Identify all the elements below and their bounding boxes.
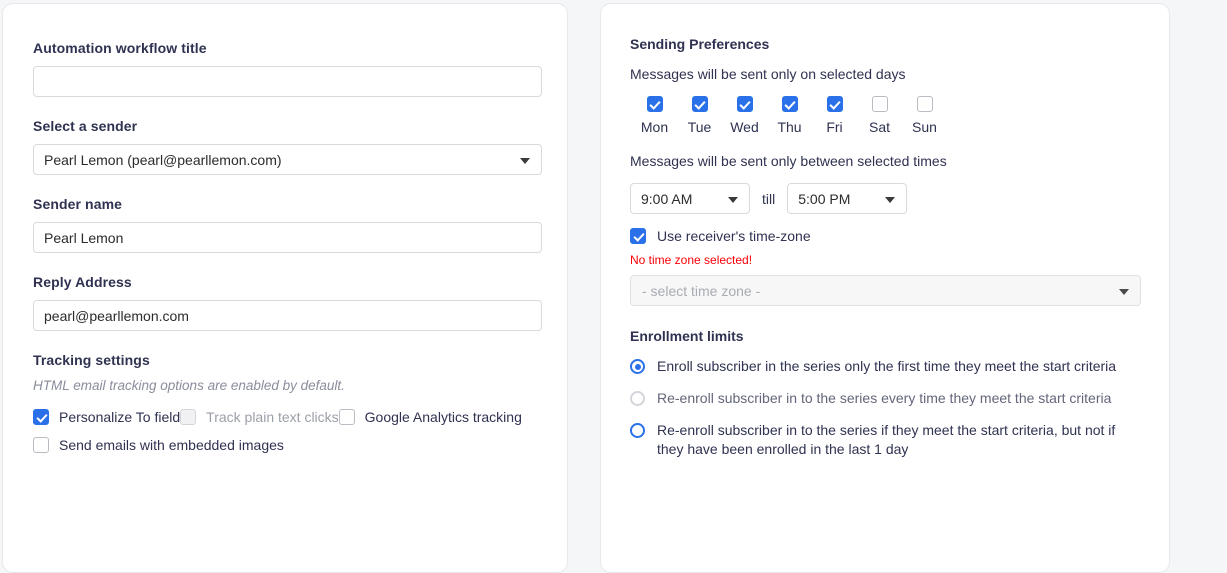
day-toggle-mon[interactable]: Mon [632,96,677,135]
reply-address-label: Reply Address [33,274,132,290]
timezone-select-placeholder: - select time zone - [642,282,761,299]
sender-name-input[interactable] [33,222,542,253]
sender-name-group: Sender name [33,196,542,253]
day-checkbox-wed[interactable] [736,96,753,112]
day-label-tue: Tue [687,119,712,135]
chevron-down-icon [885,196,896,203]
day-label-sun: Sun [912,119,937,135]
time-range-row: 9:00 AM till 5:00 PM [630,183,1140,214]
chevron-down-icon [520,157,530,164]
start-time-select[interactable]: 9:00 AM [630,183,750,214]
start-time-value: 9:00 AM [641,190,693,207]
day-checkbox-fri[interactable] [826,96,843,112]
chevron-down-icon [1119,288,1129,295]
workflow-title-group: Automation workflow title [33,40,542,97]
sender-select-value: Pearl Lemon (pearl@pearllemon.com) [44,151,282,168]
day-toggle-thu[interactable]: Thu [767,96,812,135]
reply-address-input[interactable] [33,300,542,331]
embedded-images-option[interactable]: Send emails with embedded images [33,437,284,453]
day-label-thu: Thu [777,119,802,135]
enrollment-label-every-time: Re-enroll subscriber in to the series ev… [657,390,1112,406]
track-plain-text-clicks-option: Track plain text clicks [180,409,339,425]
end-time-select[interactable]: 5:00 PM [787,183,908,214]
days-description: Messages will be sent only on selected d… [630,66,906,82]
track-plain-text-clicks-checkbox [180,409,197,425]
tracking-options-row-1: Personalize To field Track plain text cl… [33,409,537,425]
embedded-images-checkbox[interactable] [33,437,49,453]
day-checkbox-mon[interactable] [646,96,663,112]
enrollment-radio-first-time[interactable] [630,359,645,374]
chevron-down-icon [728,196,738,203]
day-toggle-fri[interactable]: Fri [812,96,857,135]
day-label-fri: Fri [826,119,843,135]
sending-preferences-card: Sending Preferences Messages will be sen… [600,3,1170,573]
day-toggle-sat[interactable]: Sat [857,96,902,135]
tracking-settings-hint: HTML email tracking options are enabled … [33,378,345,393]
enrollment-label-first-time: Enroll subscriber in the series only the… [657,358,1117,374]
timezone-error-message: No time zone selected! [630,253,753,267]
google-analytics-tracking-checkbox[interactable] [338,409,355,425]
days-selector: Mon Tue Wed Thu Fri Sat Sun [632,96,1140,135]
day-checkbox-tue[interactable] [691,96,708,112]
sender-settings-card: Automation workflow title Select a sende… [2,3,568,573]
timezone-select[interactable]: - select time zone - [630,275,1141,306]
day-checkbox-sun[interactable] [916,96,933,112]
day-toggle-tue[interactable]: Tue [677,96,722,135]
google-analytics-tracking-label: Google Analytics tracking [364,409,522,425]
receiver-timezone-label: Use receiver's time-zone [657,228,811,244]
enrollment-label-not-last-day: Re-enroll subscriber in to the series if… [657,422,1116,457]
sender-select-label: Select a sender [33,118,138,134]
tracking-settings-group: Tracking settings HTML email tracking op… [33,352,537,453]
personalize-to-field-label: Personalize To field [59,409,181,425]
track-plain-text-clicks-label: Track plain text clicks [206,409,339,425]
enrollment-radio-not-last-day[interactable] [630,423,645,438]
day-toggle-sun[interactable]: Sun [902,96,947,135]
sender-select-group: Select a sender Pearl Lemon (pearl@pearl… [33,118,542,175]
end-time-value: 5:00 PM [798,190,851,207]
reply-address-group: Reply Address [33,274,542,331]
enrollment-option-first-time[interactable]: Enroll subscriber in the series only the… [630,357,1140,376]
enrollment-limits-title: Enrollment limits [630,328,744,344]
day-toggle-wed[interactable]: Wed [722,96,767,135]
tracking-settings-title: Tracking settings [33,352,150,368]
google-analytics-tracking-option[interactable]: Google Analytics tracking [338,409,522,425]
day-label-sat: Sat [868,119,890,135]
workflow-title-input[interactable] [33,66,542,97]
tracking-options-row-2: Send emails with embedded images [33,437,537,453]
day-checkbox-thu[interactable] [781,96,798,112]
page-root: Automation workflow title Select a sende… [0,0,1227,573]
sender-name-label: Sender name [33,196,123,212]
enrollment-option-not-last-day[interactable]: Re-enroll subscriber in to the series if… [630,421,1140,459]
till-label: till [762,190,776,207]
receiver-timezone-option[interactable]: Use receiver's time-zone [630,228,1140,244]
times-description: Messages will be sent only between selec… [630,153,947,169]
day-label-mon: Mon [640,119,669,135]
workflow-title-label: Automation workflow title [33,40,207,56]
receiver-timezone-checkbox[interactable] [630,228,646,244]
personalize-to-field-checkbox[interactable] [33,409,49,425]
day-checkbox-sat[interactable] [871,96,888,112]
embedded-images-label: Send emails with embedded images [59,437,284,453]
day-label-wed: Wed [730,119,759,135]
sender-select[interactable]: Pearl Lemon (pearl@pearllemon.com) [33,144,542,175]
sending-preferences-title: Sending Preferences [630,36,770,52]
personalize-to-field-option[interactable]: Personalize To field [33,409,180,425]
enrollment-option-every-time: Re-enroll subscriber in to the series ev… [630,389,1140,408]
enrollment-radio-every-time [630,391,645,406]
